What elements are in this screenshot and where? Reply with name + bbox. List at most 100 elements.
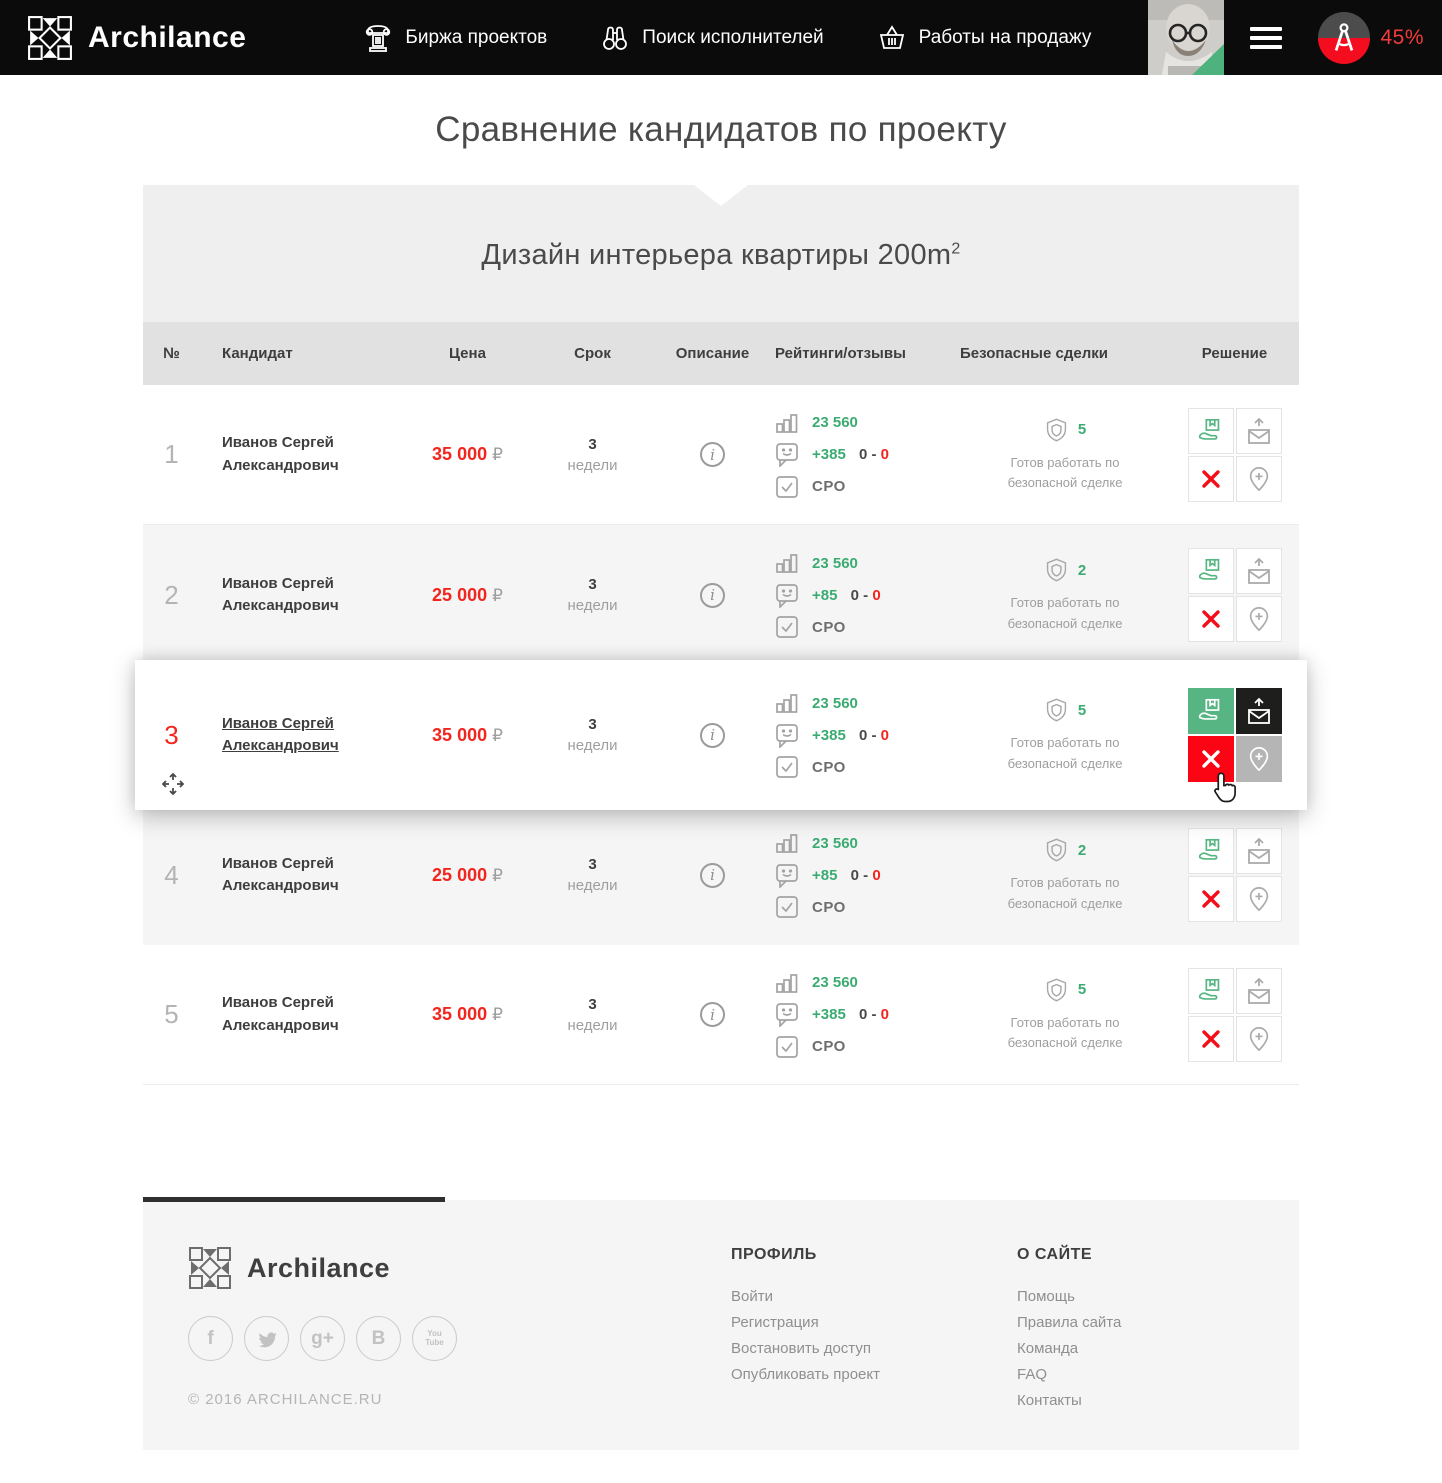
hire-button[interactable]	[1188, 968, 1234, 1014]
info-icon[interactable]: i	[700, 863, 725, 888]
hire-button[interactable]	[1188, 828, 1234, 874]
ratings-cell: 23 560 +85 0 - 0 СРО	[775, 830, 960, 920]
safe-deal-count: 2	[1078, 562, 1086, 579]
pin-plus-button[interactable]	[1236, 736, 1282, 782]
candidate-name-link[interactable]: Иванов Сергей Александрович	[222, 713, 372, 758]
info-icon[interactable]: i	[700, 583, 725, 608]
hire-button[interactable]	[1188, 548, 1234, 594]
review-smiley-icon	[775, 863, 799, 888]
send-message-button[interactable]	[1236, 548, 1282, 594]
project-title: Дизайн интерьера квартиры 200m2	[143, 185, 1299, 272]
footer-link-register[interactable]: Регистрация	[731, 1314, 880, 1331]
pin-plus-button[interactable]	[1236, 876, 1282, 922]
info-icon[interactable]: i	[700, 723, 725, 748]
footer-brand[interactable]: Archilance	[188, 1246, 457, 1290]
profile-progress-badge[interactable]	[1318, 12, 1370, 64]
col-header-term: Срок	[535, 345, 650, 362]
safe-deal-text: Готов работать по безопасной сделке	[985, 1013, 1145, 1053]
currency-sign: ₽	[492, 726, 503, 745]
footer-link-publish-project[interactable]: Опубликовать проект	[731, 1366, 880, 1383]
candidate-name-link[interactable]: Иванов Сергей Александрович	[222, 573, 372, 618]
currency-sign: ₽	[492, 445, 503, 464]
deal-icon	[1197, 697, 1225, 725]
decision-buttons	[1188, 688, 1282, 782]
nav-label: Поиск исполнителей	[642, 27, 823, 49]
nav-item-search-performers[interactable]: Поиск исполнителей	[601, 23, 823, 53]
bar-chart-icon	[775, 411, 799, 435]
decline-button[interactable]	[1188, 596, 1234, 642]
safe-deal-cell: 5 Готов работать по безопасной сделке	[960, 976, 1170, 1053]
youtube-icon[interactable]: YouTube	[412, 1316, 457, 1361]
footer-link-restore-access[interactable]: Востановить доступ	[731, 1340, 880, 1357]
review-smiley-icon	[775, 723, 799, 748]
views-count: 23 560	[812, 555, 858, 572]
location-plus-icon	[1246, 885, 1272, 913]
footer-link-rules[interactable]: Правила сайта	[1017, 1314, 1121, 1331]
reviews-negative: 0	[881, 446, 889, 463]
reviews-neutral: 0	[859, 727, 867, 744]
candidate-name-link[interactable]: Иванов Сергей Александрович	[222, 432, 372, 477]
ratings-cell: 23 560 +385 0 - 0 СРО	[775, 970, 960, 1060]
safe-deal-count: 5	[1078, 702, 1086, 719]
binoculars-icon	[601, 23, 629, 53]
term-unit: недели	[535, 595, 650, 616]
info-icon[interactable]: i	[700, 442, 725, 467]
hire-button[interactable]	[1188, 688, 1234, 734]
footer-link-faq[interactable]: FAQ	[1017, 1366, 1121, 1383]
hire-button[interactable]	[1188, 408, 1234, 454]
safe-deal-text: Готов работать по безопасной сделке	[985, 593, 1145, 633]
table-row-active[interactable]: 3 Иванов Сергей Александрович 35 000 ₽ 3…	[135, 660, 1307, 810]
basket-icon	[878, 24, 906, 52]
bar-chart-icon	[775, 691, 799, 715]
send-message-button[interactable]	[1236, 968, 1282, 1014]
table-header: № Кандидат Цена Срок Описание Рейтинги/о…	[143, 322, 1299, 385]
menu-icon[interactable]	[1250, 27, 1282, 49]
views-count: 23 560	[812, 414, 858, 431]
nav-item-works-for-sale[interactable]: Работы на продажу	[878, 23, 1092, 53]
vk-icon[interactable]: B	[356, 1316, 401, 1361]
footer-link-login[interactable]: Войти	[731, 1288, 880, 1305]
decline-button[interactable]	[1188, 456, 1234, 502]
decline-button[interactable]	[1188, 876, 1234, 922]
info-icon[interactable]: i	[700, 1002, 725, 1027]
deal-icon	[1197, 837, 1225, 865]
nav-item-projects[interactable]: Биржа проектов	[364, 23, 547, 53]
footer-link-team[interactable]: Команда	[1017, 1340, 1121, 1357]
candidate-name-link[interactable]: Иванов Сергей Александрович	[222, 853, 372, 898]
term-value: 3	[535, 574, 650, 595]
footer-link-help[interactable]: Помощь	[1017, 1288, 1121, 1305]
ratings-cell: 23 560 +385 0 - 0 СРО	[775, 410, 960, 500]
pin-plus-button[interactable]	[1236, 456, 1282, 502]
brand-logo[interactable]: Archilance	[27, 15, 246, 61]
decline-button[interactable]	[1188, 1016, 1234, 1062]
table-row: 4 Иванов Сергей Александрович 25 000 ₽ 3…	[143, 805, 1299, 945]
facebook-icon[interactable]: f	[188, 1316, 233, 1361]
reviews-positive: +85	[812, 587, 837, 604]
decision-buttons	[1188, 408, 1282, 502]
price-value: 35 000	[432, 1004, 487, 1024]
send-message-button[interactable]	[1236, 688, 1282, 734]
term-value: 3	[535, 714, 650, 735]
decline-x-icon	[1201, 469, 1221, 489]
safe-deal-text: Готов работать по безопасной сделке	[985, 733, 1145, 773]
candidate-name-link[interactable]: Иванов Сергей Александрович	[222, 992, 372, 1037]
header-right: 45%	[1148, 0, 1442, 75]
safe-deal-cell: 2 Готов работать по безопасной сделке	[960, 556, 1170, 633]
price-value: 35 000	[432, 444, 487, 464]
pin-plus-button[interactable]	[1236, 1016, 1282, 1062]
avatar[interactable]	[1148, 0, 1224, 75]
send-message-button[interactable]	[1236, 408, 1282, 454]
compass-icon	[1329, 21, 1359, 55]
send-message-button[interactable]	[1236, 828, 1282, 874]
pin-plus-button[interactable]	[1236, 596, 1282, 642]
twitter-icon[interactable]	[244, 1316, 289, 1361]
location-plus-icon	[1246, 745, 1272, 773]
sro-label: СРО	[812, 619, 846, 636]
footer-link-contacts[interactable]: Контакты	[1017, 1392, 1121, 1409]
safe-deal-cell: 5 Готов работать по безопасной сделке	[960, 696, 1170, 773]
google-plus-icon[interactable]: g+	[300, 1316, 345, 1361]
decline-button[interactable]	[1188, 736, 1234, 782]
sro-label: СРО	[812, 899, 846, 916]
top-bar: Archilance Биржа проектов Поиск исполнит…	[0, 0, 1442, 75]
deal-icon	[1197, 557, 1225, 585]
